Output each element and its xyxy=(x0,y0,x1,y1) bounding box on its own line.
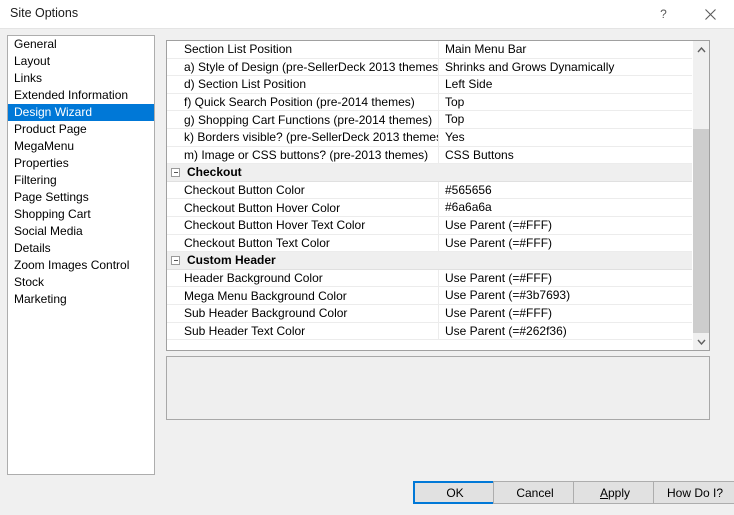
property-value[interactable]: Use Parent (=#FFF) xyxy=(438,305,692,322)
sidebar-item[interactable]: Extended Information xyxy=(8,87,154,104)
property-value[interactable]: Use Parent (=#262f36) xyxy=(438,323,692,340)
property-label: a) Style of Design (pre-SellerDeck 2013 … xyxy=(167,60,438,74)
category-list[interactable]: GeneralLayoutLinksExtended InformationDe… xyxy=(7,35,155,475)
property-group-text: Custom Header xyxy=(187,253,276,267)
property-group-text: Checkout xyxy=(187,165,242,179)
property-label: Section List Position xyxy=(167,42,438,56)
property-row[interactable]: m) Image or CSS buttons? (pre-2013 theme… xyxy=(167,147,692,165)
property-value[interactable]: Top xyxy=(438,94,692,111)
property-group-label: Checkout xyxy=(167,165,692,179)
sidebar-item[interactable]: Stock xyxy=(8,274,154,291)
property-row[interactable]: a) Style of Design (pre-SellerDeck 2013 … xyxy=(167,59,692,77)
property-grid[interactable]: Section List PositionMain Menu Bara) Sty… xyxy=(166,40,710,351)
sidebar-item[interactable]: Properties xyxy=(8,155,154,172)
help-button[interactable]: ? xyxy=(641,0,685,29)
sidebar-item[interactable]: Details xyxy=(8,240,154,257)
property-row[interactable]: Checkout Button Text ColorUse Parent (=#… xyxy=(167,235,692,253)
property-grid-rows: Section List PositionMain Menu Bara) Sty… xyxy=(167,41,692,350)
property-label: k) Borders visible? (pre-SellerDeck 2013… xyxy=(167,130,438,144)
cancel-button[interactable]: Cancel xyxy=(493,481,577,504)
window-title: Site Options xyxy=(10,6,78,20)
property-grid-scrollbar[interactable] xyxy=(692,41,709,350)
apply-button[interactable]: Apply xyxy=(573,481,657,504)
property-group-row[interactable]: Checkout xyxy=(167,164,692,182)
sidebar-item[interactable]: Product Page xyxy=(8,121,154,138)
property-label: Sub Header Background Color xyxy=(167,306,438,320)
scroll-up-button[interactable] xyxy=(693,41,710,58)
chevron-down-icon xyxy=(697,339,706,345)
sidebar-item[interactable]: MegaMenu xyxy=(8,138,154,155)
sidebar-item[interactable]: Links xyxy=(8,70,154,87)
property-row[interactable]: Sub Header Background ColorUse Parent (=… xyxy=(167,305,692,323)
property-value[interactable]: Top xyxy=(438,111,692,128)
apply-label-rest: pply xyxy=(608,486,630,500)
sidebar-item[interactable]: Shopping Cart xyxy=(8,206,154,223)
close-x-icon xyxy=(704,8,717,21)
property-label: Mega Menu Background Color xyxy=(167,289,438,303)
question-mark-icon: ? xyxy=(657,8,670,21)
property-label: Checkout Button Hover Color xyxy=(167,201,438,215)
property-row[interactable]: Mega Menu Background ColorUse Parent (=#… xyxy=(167,287,692,305)
property-value[interactable]: Yes xyxy=(438,129,692,146)
collapse-minus-icon[interactable] xyxy=(171,256,180,265)
apply-accelerator: A xyxy=(600,486,608,500)
property-row[interactable]: Sub Header Text ColorUse Parent (=#262f3… xyxy=(167,323,692,341)
sidebar-item[interactable]: Design Wizard xyxy=(8,104,154,121)
sidebar-item[interactable]: Marketing xyxy=(8,291,154,308)
property-label: Checkout Button Text Color xyxy=(167,236,438,250)
property-value[interactable]: Main Menu Bar xyxy=(438,41,692,58)
sidebar-item[interactable]: General xyxy=(8,36,154,53)
sidebar-item[interactable]: Layout xyxy=(8,53,154,70)
svg-text:?: ? xyxy=(660,8,667,21)
sidebar-item[interactable]: Page Settings xyxy=(8,189,154,206)
property-row[interactable]: Checkout Button Hover Color#6a6a6a xyxy=(167,199,692,217)
property-row[interactable]: f) Quick Search Position (pre-2014 theme… xyxy=(167,94,692,112)
property-row[interactable]: Section List PositionMain Menu Bar xyxy=(167,41,692,59)
collapse-minus-icon[interactable] xyxy=(171,168,180,177)
property-label: Header Background Color xyxy=(167,271,438,285)
property-value[interactable]: #565656 xyxy=(438,182,692,199)
title-bar: Site Options ? xyxy=(0,0,734,29)
property-label: f) Quick Search Position (pre-2014 theme… xyxy=(167,95,438,109)
property-row[interactable]: k) Borders visible? (pre-SellerDeck 2013… xyxy=(167,129,692,147)
sidebar-item[interactable]: Filtering xyxy=(8,172,154,189)
dialog-button-row: OK Cancel Apply How Do I? xyxy=(0,481,734,511)
property-value[interactable]: Use Parent (=#FFF) xyxy=(438,217,692,234)
property-label: Sub Header Text Color xyxy=(167,324,438,338)
property-row[interactable]: Header Background ColorUse Parent (=#FFF… xyxy=(167,270,692,288)
property-value[interactable]: Use Parent (=#FFF) xyxy=(438,270,692,287)
property-label: Checkout Button Hover Text Color xyxy=(167,218,438,232)
scroll-down-button[interactable] xyxy=(693,333,710,350)
description-panel xyxy=(166,356,710,420)
property-value[interactable]: Shrinks and Grows Dynamically xyxy=(438,59,692,76)
property-value[interactable]: Use Parent (=#3b7693) xyxy=(438,287,692,304)
property-label: Checkout Button Color xyxy=(167,183,438,197)
property-group-label: Custom Header xyxy=(167,253,692,267)
property-group-row[interactable]: Custom Header xyxy=(167,252,692,270)
chevron-up-icon xyxy=(697,47,706,53)
property-label: g) Shopping Cart Functions (pre-2014 the… xyxy=(167,113,438,127)
dialog-body: GeneralLayoutLinksExtended InformationDe… xyxy=(0,29,734,515)
property-row[interactable]: Checkout Button Hover Text ColorUse Pare… xyxy=(167,217,692,235)
property-value[interactable]: Use Parent (=#FFF) xyxy=(438,235,692,252)
scrollbar-thumb[interactable] xyxy=(693,129,710,333)
close-button[interactable] xyxy=(688,0,732,29)
sidebar-item[interactable]: Social Media xyxy=(8,223,154,240)
property-value[interactable]: Left Side xyxy=(438,76,692,93)
property-row[interactable]: Checkout Button Color#565656 xyxy=(167,182,692,200)
property-label: d) Section List Position xyxy=(167,77,438,91)
sidebar-item[interactable]: Zoom Images Control xyxy=(8,257,154,274)
how-do-i-button[interactable]: How Do I? xyxy=(653,481,734,504)
property-label: m) Image or CSS buttons? (pre-2013 theme… xyxy=(167,148,438,162)
property-value[interactable]: CSS Buttons xyxy=(438,147,692,164)
property-row[interactable]: g) Shopping Cart Functions (pre-2014 the… xyxy=(167,111,692,129)
ok-button[interactable]: OK xyxy=(413,481,497,504)
property-value[interactable]: #6a6a6a xyxy=(438,199,692,216)
property-row[interactable]: d) Section List PositionLeft Side xyxy=(167,76,692,94)
